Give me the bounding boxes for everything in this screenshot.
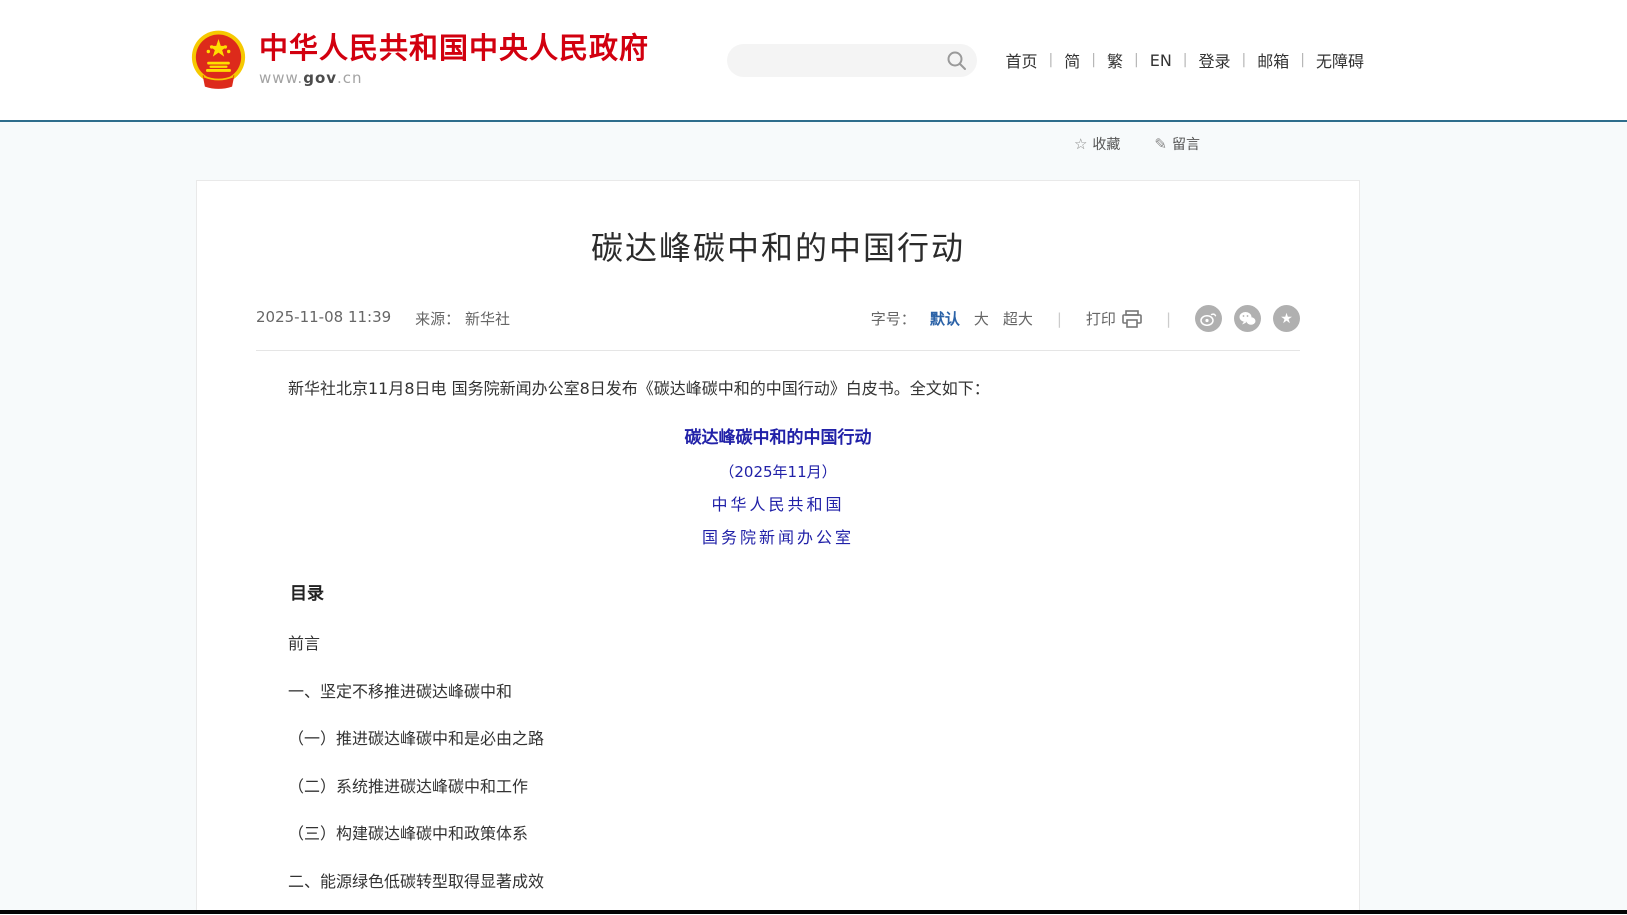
toc-item-2: 二、能源绿色低碳转型取得显著成效 (256, 871, 1300, 893)
nav-simplified[interactable]: 简 (1053, 48, 1091, 72)
comment-button[interactable]: ✎ 留言 (1154, 134, 1200, 154)
star-share-icon: ★ (1280, 311, 1293, 327)
nav-english[interactable]: EN (1139, 51, 1183, 70)
article-action-row: ☆ 收藏 ✎ 留言 (196, 134, 1360, 154)
search-box (727, 44, 977, 77)
favorite-button[interactable]: ☆ 收藏 (1074, 134, 1120, 154)
doc-title: 碳达峰碳中和的中国行动 (256, 427, 1300, 450)
toc-item-1: 一、坚定不移推进碳达峰碳中和 (256, 681, 1300, 703)
share-weibo-button[interactable] (1195, 305, 1222, 332)
article-card: 碳达峰碳中和的中国行动 2025-11-08 11:39 来源： 新华社 字号：… (196, 180, 1360, 915)
star-icon: ☆ (1074, 135, 1087, 153)
national-emblem-icon (190, 30, 247, 90)
share-icons: ★ (1195, 305, 1300, 332)
toc-item-1-3: （三）构建碳达峰碳中和政策体系 (256, 823, 1300, 845)
print-label: 打印 (1086, 308, 1116, 329)
pencil-icon: ✎ (1154, 135, 1167, 153)
source: 来源： 新华社 (415, 308, 510, 329)
wechat-icon (1239, 311, 1256, 326)
nav-traditional[interactable]: 繁 (1096, 48, 1134, 72)
top-nav: 首页 | 简 | 繁 | EN | 登录 | 邮箱 | 无障碍 (995, 48, 1375, 72)
meta-divider: | (1047, 310, 1072, 328)
share-qzone-button[interactable]: ★ (1273, 305, 1300, 332)
site-url: www.gov.cn (259, 69, 649, 87)
header-divider-line (0, 120, 1627, 122)
doc-author-line2: 国务院新闻办公室 (256, 527, 1300, 549)
site-header: 中华人民共和国中央人民政府 www.gov.cn 首页 | 简 | (0, 0, 1627, 120)
publish-date: 2025-11-08 11:39 (256, 308, 391, 329)
article-title: 碳达峰碳中和的中国行动 (256, 223, 1300, 269)
font-size-xlarge-button[interactable]: 超大 (1003, 308, 1033, 329)
nav-mail[interactable]: 邮箱 (1246, 48, 1300, 72)
search-icon[interactable] (946, 50, 967, 71)
meta-separator (256, 350, 1300, 351)
toc-item-1-1: （一）推进碳达峰碳中和是必由之路 (256, 728, 1300, 750)
nav-home[interactable]: 首页 (995, 48, 1049, 72)
article-body: 新华社北京11月8日电 国务院新闻办公室8日发布《碳达峰碳中和的中国行动》白皮书… (256, 378, 1300, 915)
site-title: 中华人民共和国中央人民政府 (259, 33, 649, 65)
site-logo[interactable]: 中华人民共和国中央人民政府 www.gov.cn (190, 30, 649, 90)
nav-login[interactable]: 登录 (1188, 48, 1242, 72)
font-size-default-button[interactable]: 默认 (930, 308, 960, 329)
weibo-icon (1200, 311, 1217, 326)
share-wechat-button[interactable] (1234, 305, 1261, 332)
meta-divider: | (1156, 310, 1181, 328)
toc-item-preface: 前言 (256, 633, 1300, 655)
nav-accessibility[interactable]: 无障碍 (1305, 48, 1375, 72)
font-size-label: 字号： (871, 308, 916, 329)
toc-heading: 目录 (256, 583, 1300, 606)
source-name: 新华社 (465, 310, 510, 328)
article-meta-row: 2025-11-08 11:39 来源： 新华社 字号： 默认 大 超大 | 打… (256, 305, 1300, 332)
font-size-large-button[interactable]: 大 (974, 308, 989, 329)
favorite-label: 收藏 (1092, 134, 1120, 154)
page: 中华人民共和国中央人民政府 www.gov.cn 首页 | 简 | (0, 0, 1627, 915)
doc-date: （2025年11月） (256, 462, 1300, 482)
doc-author-line1: 中华人民共和国 (256, 494, 1300, 516)
comment-label: 留言 (1172, 134, 1200, 154)
search-input[interactable] (743, 44, 938, 77)
print-button[interactable]: 打印 (1086, 308, 1142, 329)
article-intro: 新华社北京11月8日电 国务院新闻办公室8日发布《碳达峰碳中和的中国行动》白皮书… (256, 378, 1300, 400)
toc-item-1-2: （二）系统推进碳达峰碳中和工作 (256, 776, 1300, 798)
printer-icon (1122, 310, 1142, 328)
window-bottom-edge (0, 910, 1627, 914)
